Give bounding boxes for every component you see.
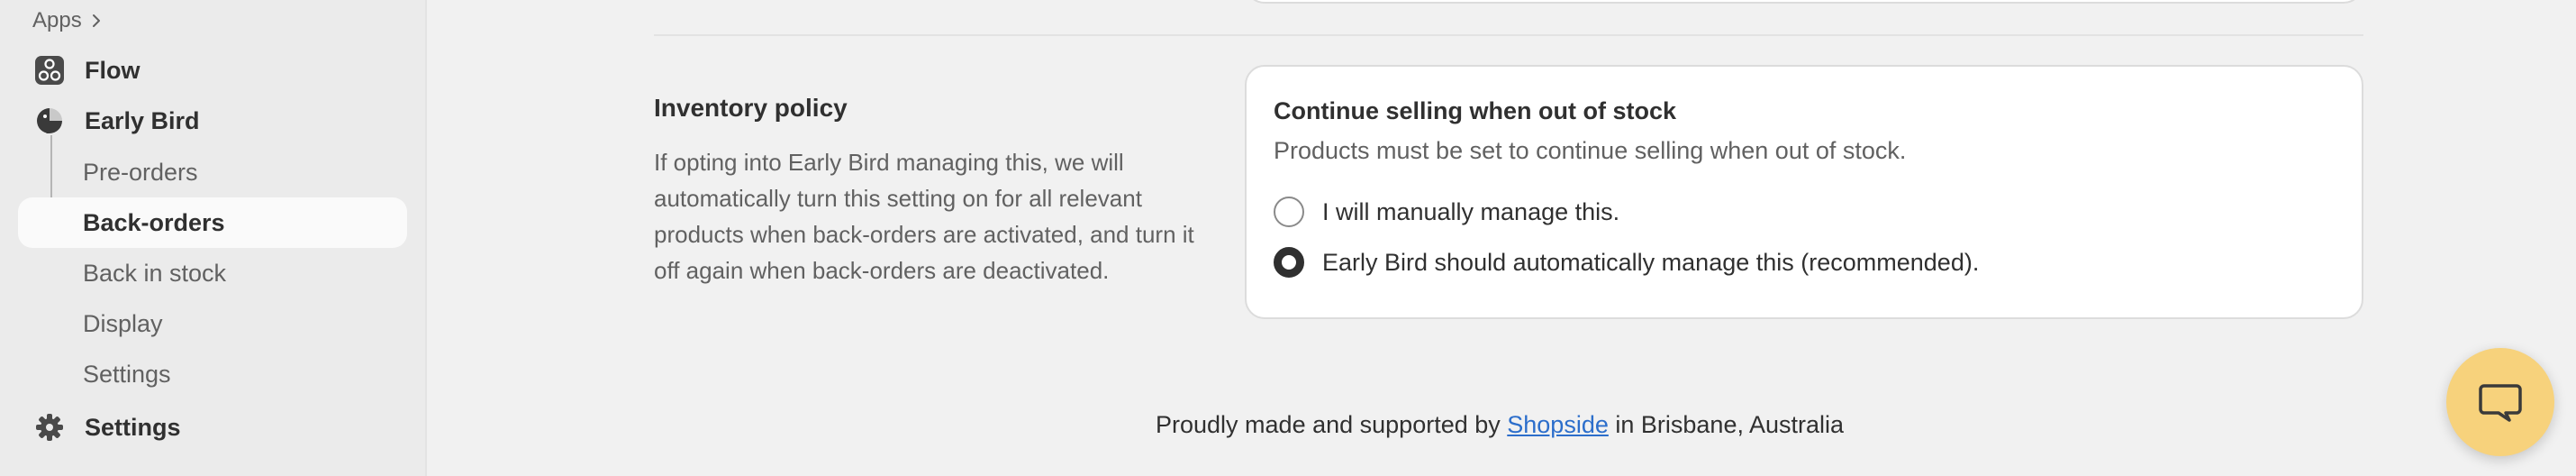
sidebar-item-label: Early Bird — [85, 106, 200, 134]
radio-label: I will manually manage this. — [1322, 197, 1620, 225]
sidebar-item-flow[interactable]: Flow — [18, 45, 407, 96]
sidebar-item-display[interactable]: Display — [18, 298, 407, 349]
sidebar-item-early-bird[interactable]: Early Bird — [18, 96, 407, 146]
sidebar-item-back-in-stock[interactable]: Back in stock — [18, 248, 407, 298]
section-divider — [654, 34, 2363, 36]
sidebar-item-settings[interactable]: Settings — [18, 402, 407, 453]
footer: Proudly made and supported by Shopside i… — [1156, 411, 1844, 439]
chat-bubble-icon — [2479, 384, 2522, 422]
radio-label: Early Bird should automatically manage t… — [1322, 248, 1980, 276]
apps-label: Apps — [32, 8, 82, 32]
previous-card-edge — [1245, 0, 2363, 4]
sidebar-item-app-settings[interactable]: Settings — [18, 349, 407, 399]
radio-option-manual[interactable]: I will manually manage this. — [1274, 197, 1619, 227]
sidebar-item-label: Flow — [85, 56, 141, 84]
sidebar-item-label: Pre-orders — [83, 158, 198, 186]
chat-button[interactable] — [2446, 348, 2554, 456]
inventory-policy-card: Continue selling when out of stock Produ… — [1245, 65, 2363, 319]
gear-icon — [34, 412, 65, 443]
sidebar-item-label: Settings — [83, 360, 171, 388]
sidebar-item-label: Back in stock — [83, 259, 227, 287]
sidebar: Apps Flow Early Bird Pre-orders Back-ord… — [0, 0, 427, 476]
sidebar-item-label: Display — [83, 309, 163, 337]
apps-breadcrumb[interactable]: Apps — [32, 5, 104, 36]
flow-icon — [34, 55, 65, 86]
card-subtitle: Products must be set to continue selling… — [1274, 137, 1907, 164]
early-bird-icon — [34, 105, 65, 136]
radio-option-automatic[interactable]: Early Bird should automatically manage t… — [1274, 247, 1979, 278]
footer-prefix: Proudly made and supported by — [1156, 411, 1501, 438]
sidebar-item-pre-orders[interactable]: Pre-orders — [18, 147, 407, 197]
footer-suffix: in Brisbane, Australia — [1615, 411, 1845, 438]
section-description: If opting into Early Bird managing this,… — [654, 149, 1194, 284]
sidebar-item-label: Settings — [85, 413, 181, 441]
section-title: Inventory policy — [654, 94, 848, 122]
sidebar-item-back-orders[interactable]: Back-orders — [18, 197, 407, 248]
shopside-link[interactable]: Shopside — [1507, 411, 1609, 438]
sidebar-item-label: Back-orders — [83, 208, 225, 236]
radio-button-manual[interactable] — [1274, 197, 1304, 227]
card-title: Continue selling when out of stock — [1274, 97, 1677, 124]
radio-button-automatic[interactable] — [1274, 247, 1304, 278]
chevron-right-icon — [92, 14, 100, 27]
